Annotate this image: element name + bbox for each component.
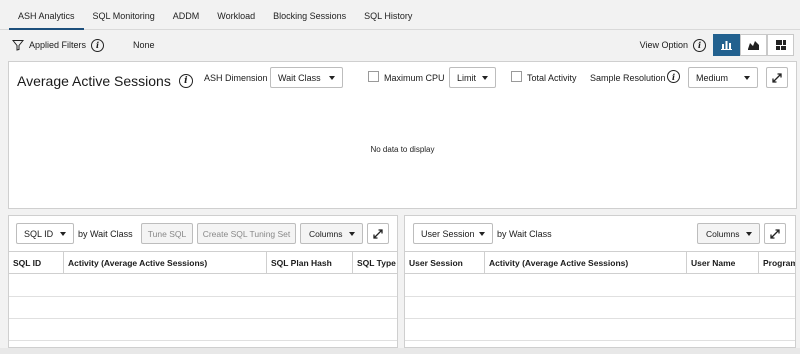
bottom-scroll-strip	[0, 348, 800, 354]
tab-blocking-sessions[interactable]: Blocking Sessions	[264, 0, 355, 30]
total-activity-label: Total Activity	[527, 73, 577, 83]
table-row-divider	[9, 340, 397, 341]
view-option-label: View Option	[639, 40, 688, 50]
user-session-panel: User Session by Wait Class Columns User …	[404, 215, 796, 348]
table-row-divider	[405, 340, 795, 341]
chevron-down-icon	[349, 232, 355, 236]
page-title: Average Active Sessions	[17, 73, 171, 89]
session-table-header: User Session Activity (Average Active Se…	[405, 251, 795, 274]
columns-button[interactable]: Columns	[300, 223, 363, 244]
ash-title-group: Average Active Sessions i	[17, 73, 193, 89]
tab-bar: ASH Analytics SQL Monitoring ADDM Worklo…	[0, 0, 800, 30]
bar-chart-view-button[interactable]	[713, 34, 740, 56]
by-wait-class-label: by Wait Class	[78, 229, 133, 239]
total-activity-checkbox[interactable]	[511, 71, 522, 82]
info-icon[interactable]: i	[91, 38, 105, 52]
create-sql-tuning-set-button[interactable]: Create SQL Tuning Set	[197, 223, 296, 244]
no-data-message: No data to display	[370, 145, 435, 154]
area-chart-view-button[interactable]	[740, 34, 767, 56]
sample-resolution-label: Sample Resolution	[590, 73, 666, 83]
sql-id-panel: SQL ID by Wait Class Tune SQL Create SQL…	[8, 215, 398, 348]
table-row-divider	[9, 296, 397, 297]
column-header-sql-plan-hash[interactable]: SQL Plan Hash	[267, 252, 353, 273]
column-header-user-name[interactable]: User Name	[687, 252, 759, 273]
applied-filters-label: Applied Filters	[29, 40, 87, 50]
treemap-icon	[775, 40, 786, 50]
expand-icon	[772, 72, 782, 83]
limit-value: Limit	[457, 72, 477, 83]
info-icon[interactable]: i	[693, 38, 706, 52]
table-row-divider	[405, 318, 795, 319]
chevron-down-icon	[744, 76, 750, 80]
info-icon[interactable]: i	[178, 74, 193, 88]
bar-chart-icon	[721, 41, 732, 50]
chevron-down-icon	[479, 232, 485, 236]
tab-addm[interactable]: ADDM	[164, 0, 209, 30]
chevron-down-icon	[746, 232, 752, 236]
column-header-activity[interactable]: Activity (Average Active Sessions)	[485, 252, 687, 273]
maximum-cpu-label: Maximum CPU	[384, 73, 445, 83]
sql-id-group-select[interactable]: SQL ID	[16, 223, 74, 244]
sample-resolution-select[interactable]: Medium	[688, 67, 758, 88]
ash-chart-panel: Average Active Sessions i ASH Dimension …	[8, 61, 797, 209]
filter-icon[interactable]	[12, 39, 24, 51]
expand-button[interactable]	[764, 223, 786, 244]
expand-button[interactable]	[367, 223, 389, 244]
column-header-activity[interactable]: Activity (Average Active Sessions)	[64, 252, 267, 273]
expand-icon	[770, 228, 780, 239]
sql-id-group-value: SQL ID	[24, 228, 54, 239]
column-header-sql-type[interactable]: SQL Type	[353, 252, 397, 273]
info-icon[interactable]: i	[667, 70, 680, 83]
chevron-down-icon	[482, 76, 488, 80]
columns-label: Columns	[309, 228, 343, 239]
treemap-view-button[interactable]	[767, 34, 794, 56]
table-row-divider	[405, 296, 795, 297]
ash-dimension-value: Wait Class	[278, 72, 321, 83]
column-header-sql-id[interactable]: SQL ID	[9, 252, 64, 273]
user-session-group-select[interactable]: User Session	[413, 223, 493, 244]
ash-dimension-label: ASH Dimension	[204, 73, 268, 83]
filter-bar: Applied Filters i None View Option i	[0, 30, 800, 60]
column-header-program[interactable]: Program	[759, 252, 795, 273]
chevron-down-icon	[329, 76, 335, 80]
table-row-divider	[9, 318, 397, 319]
sql-table-header: SQL ID Activity (Average Active Sessions…	[9, 251, 397, 274]
expand-icon	[373, 228, 383, 239]
maximum-cpu-checkbox[interactable]	[368, 71, 379, 82]
tab-workload[interactable]: Workload	[208, 0, 264, 30]
applied-filters-value: None	[133, 40, 155, 50]
tab-sql-monitoring[interactable]: SQL Monitoring	[84, 0, 164, 30]
columns-label: Columns	[706, 228, 740, 239]
ash-dimension-select[interactable]: Wait Class	[270, 67, 343, 88]
columns-button[interactable]: Columns	[697, 223, 760, 244]
view-option-group: View Option i	[640, 34, 794, 56]
tune-sql-button[interactable]: Tune SQL	[141, 223, 193, 244]
by-wait-class-label: by Wait Class	[497, 229, 552, 239]
area-chart-icon	[748, 41, 759, 50]
user-session-group-value: User Session	[421, 228, 475, 239]
tab-sql-history[interactable]: SQL History	[355, 0, 421, 30]
limit-select[interactable]: Limit	[449, 67, 496, 88]
tab-ash-analytics[interactable]: ASH Analytics	[9, 0, 84, 30]
sample-resolution-value: Medium	[696, 72, 729, 83]
expand-button[interactable]	[766, 67, 788, 88]
chevron-down-icon	[60, 232, 66, 236]
column-header-user-session[interactable]: User Session	[405, 252, 485, 273]
